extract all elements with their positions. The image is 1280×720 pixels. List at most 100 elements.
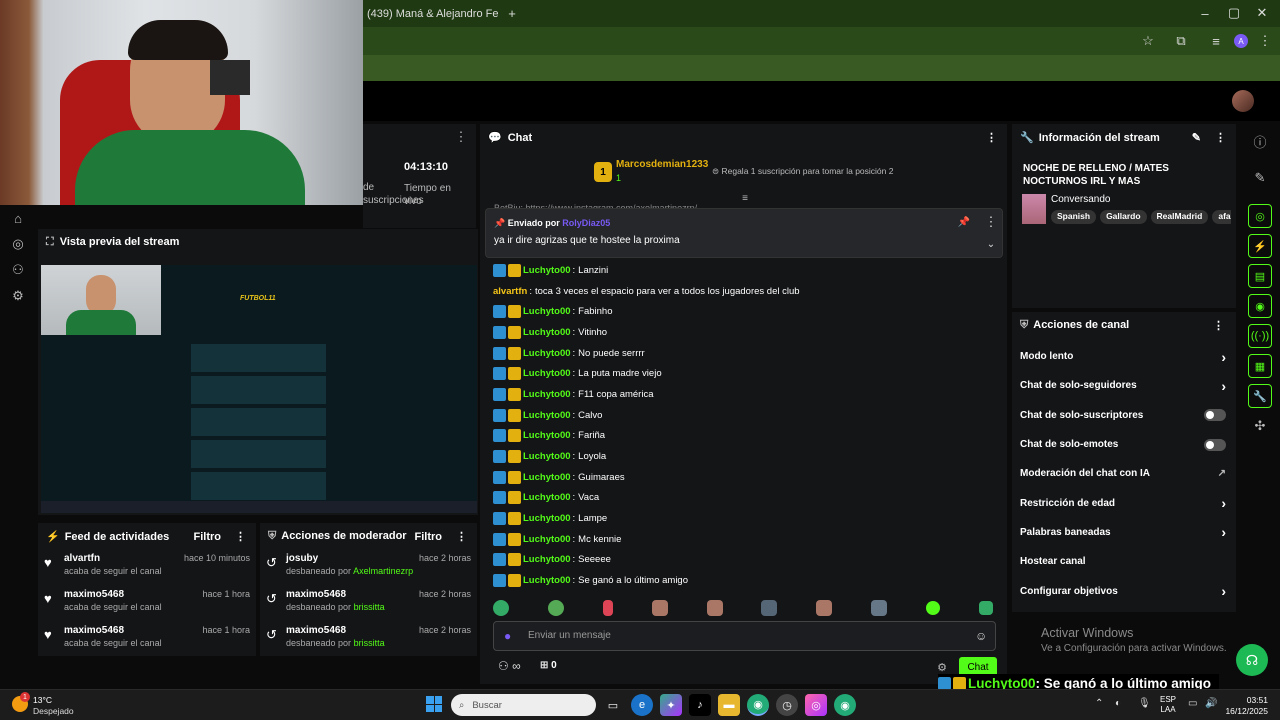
channel-action-2[interactable]: Chat de solo-suscriptores	[1012, 401, 1236, 430]
chat-username[interactable]: Luchyto00	[523, 306, 571, 317]
mod-by[interactable]: brissitta	[354, 638, 385, 648]
microphone-icon[interactable]: 🎙	[1138, 698, 1151, 709]
community-icon[interactable]: ⚇	[0, 257, 36, 283]
feed-user[interactable]: maximo5468	[64, 625, 202, 636]
task-view-icon[interactable]: ▭	[602, 694, 624, 716]
copilot-icon[interactable]: ✦	[660, 694, 682, 716]
stream-preview-video[interactable]: FUTBOL11	[41, 265, 477, 513]
chat-username[interactable]: Luchyto00	[523, 472, 571, 483]
chat-settings-icon[interactable]: ⚙	[936, 660, 948, 674]
dashboard-icon[interactable]: ⌂	[0, 205, 36, 231]
volume-icon[interactable]: 🔊	[1205, 698, 1217, 709]
chat-username[interactable]: Luchyto00	[523, 368, 571, 379]
activity-filter-button[interactable]: Filtro	[194, 531, 222, 543]
emote-icon[interactable]	[816, 600, 833, 616]
chat-message[interactable]: Luchyto00: Lampe	[493, 508, 993, 529]
chat-message[interactable]: Luchyto00: No puede serrrr	[493, 343, 993, 364]
top-gifter-name[interactable]: Marcosdemian1233	[616, 159, 708, 170]
mic-icon[interactable]: ●	[504, 629, 511, 643]
channel-action-8[interactable]: Configurar objetivos ›	[1012, 576, 1236, 605]
layout-icon[interactable]: ▦	[1248, 354, 1272, 378]
pinned-menu-icon[interactable]: ⋮	[985, 214, 998, 229]
gift-prompt[interactable]: Regala 1 suscripción para tomar la posic…	[721, 166, 893, 176]
add-widget-icon[interactable]: ✣	[1240, 414, 1280, 438]
maximize-button[interactable]: ▢	[1224, 4, 1244, 22]
support-headset-icon[interactable]: ☊	[1236, 644, 1268, 676]
tiktok-icon[interactable]: ♪	[689, 694, 711, 716]
tag-chip[interactable]: Gallardo	[1100, 210, 1147, 224]
emote-icon[interactable]	[761, 600, 778, 616]
chat-username[interactable]: Luchyto00	[523, 348, 571, 359]
taskbar-search[interactable]: ⌕ Buscar	[451, 694, 596, 716]
toggle-switch[interactable]	[1204, 438, 1226, 451]
mod-filter-button[interactable]: Filtro	[415, 531, 443, 543]
emote-icon[interactable]	[547, 600, 564, 616]
channel-action-6[interactable]: Palabras baneadas ›	[1012, 518, 1236, 547]
tray-app-icon[interactable]: ◐	[1115, 698, 1121, 709]
mod-by[interactable]: brissitta	[354, 602, 385, 612]
chat-message[interactable]: Luchyto00: Guimaraes	[493, 467, 993, 488]
channel-action-4[interactable]: Moderación del chat con IA ↗	[1012, 459, 1236, 488]
chat-message[interactable]: Luchyto00: Calvo	[493, 405, 993, 426]
emote-icon[interactable]	[651, 600, 668, 616]
chat-username[interactable]: Luchyto00	[523, 575, 571, 586]
chat-username[interactable]: alvartfn	[493, 286, 527, 297]
close-window-button[interactable]: ✕	[1252, 4, 1272, 22]
feed-user[interactable]: alvartfn	[64, 553, 184, 564]
category-name[interactable]: Conversando	[1051, 194, 1110, 205]
expand-pinned-icon[interactable]: ⌄	[985, 237, 997, 251]
document-icon[interactable]: ▤	[1248, 264, 1272, 288]
category-thumbnail[interactable]	[1022, 194, 1046, 224]
browser-tab[interactable]: (439) Maná & Alejandro Fe 🔊 ✕	[363, 4, 498, 25]
new-tab-button[interactable]: +	[503, 4, 521, 22]
minimize-button[interactable]: –	[1195, 4, 1215, 22]
chrome-icon[interactable]: ◉	[747, 694, 769, 716]
chat-message[interactable]: Luchyto00: La puta madre viejo	[493, 363, 993, 384]
stream-icon[interactable]: ◎	[0, 231, 36, 257]
chat-menu-icon[interactable]: ⋮	[986, 131, 997, 144]
toggle-switch[interactable]	[1204, 409, 1226, 422]
activity-menu-icon[interactable]: ⋮	[235, 531, 246, 543]
chrome-profile-icon[interactable]: ◉	[834, 694, 856, 716]
chat-username[interactable]: Luchyto00	[523, 410, 571, 421]
chat-message[interactable]: Luchyto00: Vaca	[493, 488, 993, 509]
channel-action-7[interactable]: Hostear canal	[1012, 547, 1236, 576]
feed-user[interactable]: maximo5468	[64, 589, 202, 600]
stats-menu-icon[interactable]: ⋮	[455, 129, 468, 144]
chat-username[interactable]: Luchyto00	[523, 389, 571, 400]
chat-username[interactable]: Luchyto00	[523, 451, 571, 462]
info-icon[interactable]: ⓘ	[1240, 124, 1280, 158]
chat-message[interactable]: Luchyto00: Fabinho	[493, 301, 993, 322]
chat-username[interactable]: Luchyto00	[523, 534, 571, 545]
channel-action-5[interactable]: Restricción de edad ›	[1012, 488, 1236, 517]
chat-message[interactable]: Luchyto00: Se ganó a lo último amigo	[493, 570, 993, 591]
chat-message[interactable]: Luchyto00: Lanzini	[493, 260, 993, 281]
chat-message[interactable]: Luchyto00: Loyola	[493, 446, 993, 467]
tag-chip[interactable]: Spanish	[1051, 210, 1097, 224]
file-explorer-icon[interactable]: ▬	[718, 694, 740, 716]
gift-box-icon[interactable]: ⊞	[540, 660, 548, 671]
chat-username[interactable]: Luchyto00	[523, 430, 571, 441]
emote-icon[interactable]	[978, 601, 993, 615]
channel-actions-menu-icon[interactable]: ⋮	[1213, 319, 1224, 332]
emote-icon[interactable]	[871, 600, 888, 616]
emote-icon[interactable]	[706, 600, 723, 616]
bookmark-star-icon[interactable]: ☆	[1140, 33, 1156, 49]
mod-menu-icon[interactable]: ⋮	[456, 531, 467, 543]
chat-username[interactable]: Luchyto00	[523, 265, 571, 276]
tag-chip[interactable]: RealMadrid	[1150, 210, 1209, 224]
user-avatar[interactable]	[1232, 90, 1254, 112]
chat-message[interactable]: Luchyto00: Vitinho	[493, 322, 993, 343]
chat-message[interactable]: Luchyto00: Mc kennie	[493, 529, 993, 550]
network-icon[interactable]: ▭	[1188, 698, 1197, 709]
channel-action-0[interactable]: Modo lento ›	[1012, 342, 1236, 371]
chat-message[interactable]: alvartfn: toca 3 veces el espacio para ve…	[493, 281, 993, 302]
edit-icon[interactable]: ✎	[1192, 132, 1201, 144]
mod-by[interactable]: Axelmartinezrp	[353, 566, 413, 576]
start-windows-icon[interactable]	[426, 696, 442, 712]
broadcast-icon[interactable]: ((·))	[1248, 324, 1272, 348]
emoji-picker-icon[interactable]: ☺	[975, 629, 987, 643]
pencil-icon[interactable]: ✎	[1240, 158, 1280, 198]
users-icon[interactable]: ⚇	[498, 659, 509, 673]
channel-action-1[interactable]: Chat de solo-seguidores ›	[1012, 371, 1236, 400]
